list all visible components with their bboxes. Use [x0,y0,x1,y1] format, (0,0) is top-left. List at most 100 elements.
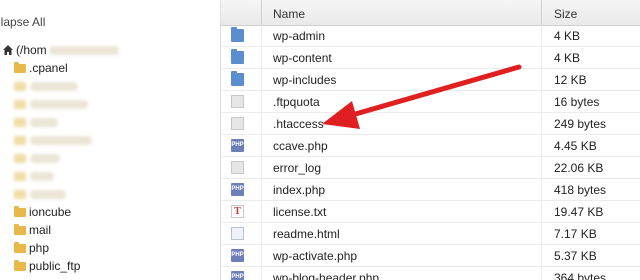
redacted-text [30,81,78,91]
tree-item-home[interactable]: (/hom [2,41,119,59]
column-divider [541,69,542,91]
folder-icon [14,205,26,217]
table-row[interactable]: readme.html 7.17 KB [221,223,640,245]
tree-item-label: ioncube [29,205,72,219]
table-row[interactable]: PHP ccave.php 4.45 KB [221,135,640,157]
file-name[interactable]: .htaccess [273,117,324,131]
file-size: 4 KB [554,29,581,43]
tree-item-label: public_ftp [29,259,81,273]
column-header-size[interactable]: Size [554,7,577,21]
folder-icon [14,171,26,181]
collapse-all-link[interactable]: llapse All [0,15,45,29]
table-row[interactable]: wp-admin 4 KB [221,25,640,47]
column-divider [261,25,262,47]
file-name[interactable]: wp-activate.php [273,249,357,263]
php-file-icon: PHP [231,271,244,280]
column-divider [541,157,542,179]
column-divider [261,91,262,113]
column-divider [261,47,262,69]
tree-item-redacted[interactable] [2,131,119,149]
folder-icon [14,189,26,199]
file-name[interactable]: ccave.php [273,139,328,153]
file-name[interactable]: wp-blog-header.php [273,271,379,280]
tree-item-label: .cpanel [29,61,68,75]
folder-icon [231,27,244,42]
tree-item-redacted[interactable] [2,167,119,185]
table-row[interactable]: error_log 22.06 KB [221,157,640,179]
column-header-name[interactable]: Name [273,7,305,21]
tree-item-php[interactable]: php [2,239,119,257]
file-icon [231,117,244,130]
file-name[interactable]: error_log [273,161,321,175]
file-name[interactable]: index.php [273,183,325,197]
home-icon [3,45,13,55]
file-size: 5.37 KB [554,249,597,263]
table-row[interactable]: .ftpquota 16 bytes [221,91,640,113]
folder-icon [14,81,26,91]
table-row[interactable]: wp-includes 12 KB [221,69,640,91]
column-divider [541,47,542,69]
tree-item-home-label: (/hom [16,43,47,57]
file-table: Name Size wp-admin 4 KB wp-content 4 KB wp-i… [220,0,640,280]
redacted-text [30,153,60,163]
file-name[interactable]: wp-admin [273,29,325,43]
column-divider [261,157,262,179]
file-name[interactable]: wp-includes [273,73,336,87]
column-divider [261,69,262,91]
redacted-text [48,45,119,55]
tree-item-redacted[interactable] [2,77,119,95]
tree-item-cpanel[interactable]: .cpanel [2,59,119,77]
column-divider [261,223,262,245]
column-divider [261,135,262,157]
tree-item-redacted[interactable] [2,95,119,113]
folder-icon [231,49,244,64]
tree-item-ioncube[interactable]: ioncube [2,203,119,221]
table-header: Name Size [221,0,640,26]
file-size: 7.17 KB [554,227,597,241]
tree-item-mail[interactable]: mail [2,221,119,239]
redacted-text [30,189,66,199]
table-row[interactable]: PHP index.php 418 bytes [221,179,640,201]
folder-icon [14,99,26,109]
text-file-icon: T [231,205,244,218]
file-name[interactable]: .ftpquota [273,95,320,109]
folder-icon [14,135,26,145]
table-row[interactable]: PHP wp-activate.php 5.37 KB [221,245,640,267]
column-divider [541,113,542,135]
column-divider [541,135,542,157]
folder-icon [14,241,26,253]
redacted-text [30,171,54,181]
redacted-text [30,117,58,127]
tree-item-redacted[interactable] [2,149,119,167]
table-row[interactable]: .htaccess 249 bytes [221,113,640,135]
column-divider [261,179,262,201]
file-size: 4 KB [554,51,581,65]
file-size: 19.47 KB [554,205,604,219]
table-row[interactable]: wp-content 4 KB [221,47,640,69]
folder-icon [14,61,26,73]
folder-icon [14,259,26,271]
file-icon [231,95,244,108]
php-file-icon: PHP [231,249,244,262]
redacted-text [30,99,88,109]
column-divider [541,0,542,26]
file-name[interactable]: readme.html [273,227,340,241]
column-divider [261,113,262,135]
column-divider [261,245,262,267]
file-name[interactable]: license.txt [273,205,326,219]
folder-icon [14,153,26,163]
column-divider [541,25,542,47]
folder-icon [231,71,244,86]
tree-item-redacted[interactable] [2,185,119,203]
php-file-icon: PHP [231,183,244,196]
html-file-icon [231,227,244,240]
table-row[interactable]: Tlicense.txt 19.47 KB [221,201,640,223]
table-row[interactable]: PHP wp-blog-header.php 364 bytes [221,267,640,280]
directory-tree: llapse All (/hom .cpanel ioncube mail ph… [0,0,215,280]
tree-item-label: php [29,241,50,255]
tree-item-redacted[interactable] [2,113,119,131]
file-size: 16 bytes [554,95,600,109]
tree-item-public-ftp[interactable]: public_ftp [2,257,119,275]
file-name[interactable]: wp-content [273,51,332,65]
folder-icon [14,117,26,127]
